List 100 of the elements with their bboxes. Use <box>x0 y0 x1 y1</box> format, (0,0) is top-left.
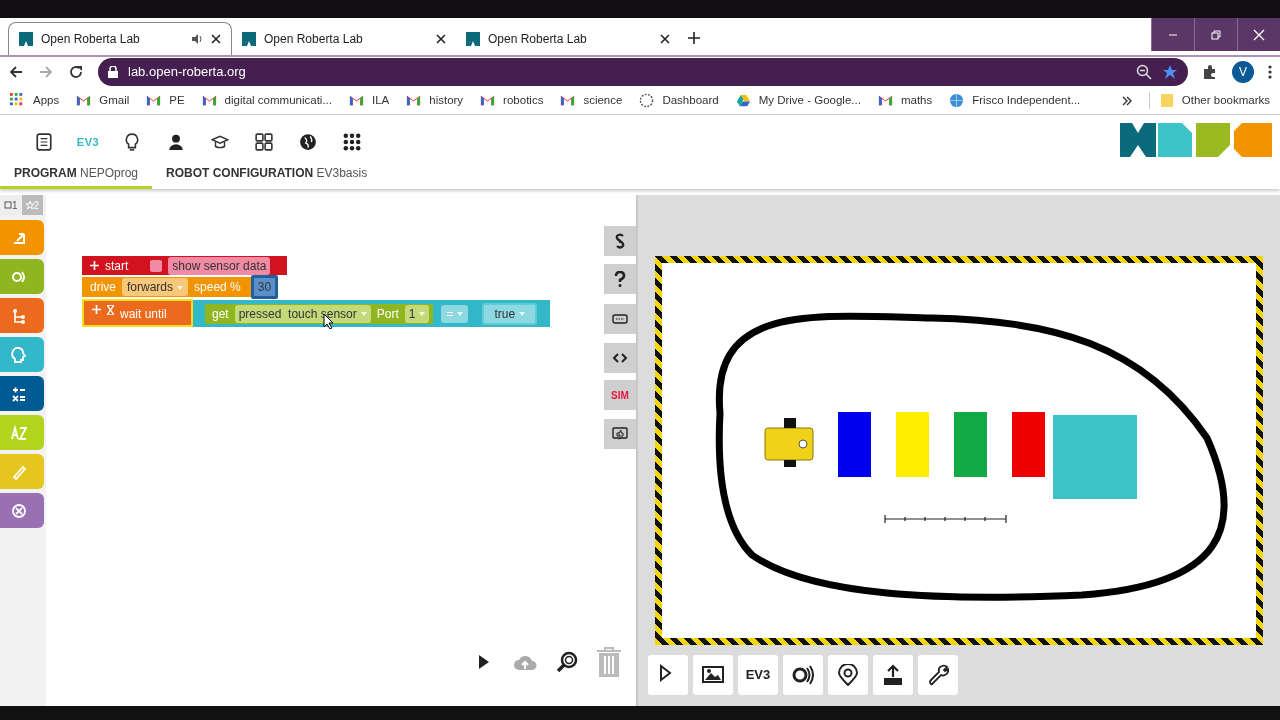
dropdown-icon <box>177 285 184 290</box>
location-pin-button[interactable] <box>828 655 868 695</box>
bookmark-link[interactable]: Apps <box>10 91 60 110</box>
sound-button[interactable] <box>783 655 823 695</box>
mail-icon <box>406 93 422 108</box>
dropdown-field[interactable]: forwards <box>122 278 189 296</box>
browser-tab[interactable]: Open Roberta Lab <box>232 22 456 55</box>
plus-icon[interactable] <box>90 261 99 270</box>
grid-icon[interactable] <box>255 133 273 151</box>
paragraph-tab[interactable] <box>604 226 636 256</box>
dropdown-field[interactable]: true <box>482 302 538 325</box>
close-button[interactable] <box>1237 18 1280 51</box>
zoom-icon <box>556 651 578 673</box>
wrench-button[interactable] <box>918 655 958 695</box>
browser-tab[interactable]: Open Roberta Lab <box>456 22 680 55</box>
block-label: start <box>105 257 129 275</box>
dropdown-icon <box>360 312 367 317</box>
bookmark-link[interactable]: robotics <box>480 91 544 110</box>
dropdown-field[interactable]: 1 <box>404 304 430 323</box>
reload-icon[interactable] <box>68 64 84 80</box>
head-icon <box>11 346 27 363</box>
workspace-counter: 1 <box>0 195 22 215</box>
folder-icon <box>1159 93 1174 108</box>
person-icon[interactable] <box>167 133 185 151</box>
bookmark-link[interactable]: history <box>406 91 464 110</box>
bookmark-link[interactable]: ILA <box>348 91 390 110</box>
program-tab[interactable]: PROGRAM NEPOprog <box>0 159 153 189</box>
url-text: lab.open-roberta.org <box>128 63 247 82</box>
feedback-tab[interactable] <box>604 419 636 449</box>
bookmark-link[interactable]: Other bookmarks <box>1148 91 1270 110</box>
bookmark-link[interactable]: science <box>560 91 623 110</box>
code-tab[interactable] <box>604 343 636 373</box>
zoom-out-icon[interactable] <box>1136 64 1152 80</box>
bookmark-link[interactable]: Gmail <box>76 91 130 110</box>
close-icon[interactable] <box>436 33 446 44</box>
restore-button[interactable] <box>1194 18 1237 51</box>
drive-block[interactable]: drive forwards speed % 30 <box>82 277 279 297</box>
category-tab[interactable] <box>0 376 44 411</box>
upload-icon <box>882 664 904 686</box>
cloud-upload-icon <box>513 654 537 670</box>
block-label: drive <box>90 279 116 296</box>
program-tab[interactable]: ROBOT CONFIGURATION EV3basis <box>152 159 382 189</box>
keyboard-tab[interactable] <box>604 304 636 334</box>
globe-icon <box>949 93 965 108</box>
apps-grid-icon[interactable] <box>343 133 361 151</box>
trash-icon <box>595 646 623 678</box>
question-tab[interactable] <box>604 264 636 294</box>
tab-logo-icon <box>19 32 33 46</box>
bookmark-link[interactable]: Dashboard <box>639 91 719 110</box>
back-icon[interactable] <box>8 64 24 80</box>
keyboard-icon <box>612 311 628 327</box>
lightbulb-icon[interactable] <box>123 133 141 151</box>
bookmark-link[interactable]: maths <box>877 91 933 110</box>
robot-button[interactable]: EV3 <box>738 655 778 695</box>
workspace-counter: 2 <box>21 195 44 215</box>
image-button[interactable] <box>693 655 733 695</box>
tab-title: Open Roberta Lab <box>41 31 141 48</box>
graduation-cap-icon[interactable] <box>211 133 229 151</box>
mail-icon <box>480 93 496 108</box>
category-tab[interactable] <box>0 493 44 528</box>
more-icon[interactable] <box>1268 65 1272 79</box>
plus-icon[interactable] <box>92 305 101 314</box>
play-button[interactable] <box>648 655 688 695</box>
checkbox[interactable] <box>150 259 163 272</box>
block-label: wait until <box>120 306 167 323</box>
run-button[interactable] <box>478 654 490 670</box>
mail-icon <box>560 93 576 108</box>
mail-icon <box>877 93 893 108</box>
close-icon[interactable] <box>660 33 670 44</box>
zoom-button[interactable] <box>556 651 578 673</box>
bookmark-link[interactable]: PE <box>146 91 185 110</box>
close-icon[interactable] <box>211 34 221 44</box>
block-label: speed % <box>194 279 241 296</box>
dropdown-icon <box>419 312 426 317</box>
wrench-icon <box>927 664 949 686</box>
upload-button[interactable] <box>873 655 913 695</box>
robot-drawing[interactable] <box>764 418 814 467</box>
question-icon <box>612 271 628 287</box>
document-icon[interactable] <box>35 133 53 151</box>
text-icon <box>11 424 27 441</box>
new-tab-icon[interactable] <box>688 32 700 44</box>
block-label: get <box>212 305 229 323</box>
address-bar[interactable]: lab.open-roberta.org <box>98 58 1188 86</box>
number-field[interactable]: 30 <box>250 275 279 299</box>
globe-icon[interactable] <box>299 133 317 151</box>
bookmark-link[interactable]: digital communicati... <box>201 91 332 110</box>
mail-icon <box>348 93 364 108</box>
avatar[interactable]: V <box>1232 61 1254 83</box>
dropdown-icon <box>457 312 464 317</box>
block-icon <box>4 201 12 209</box>
lock-icon <box>108 66 118 78</box>
chevrons-icon[interactable] <box>1121 95 1132 106</box>
close-icon <box>1253 28 1265 41</box>
star-icon[interactable] <box>1162 64 1178 80</box>
bookmark-link[interactable]: My Drive - Google... <box>735 91 861 110</box>
puzzle-icon[interactable] <box>1202 64 1218 80</box>
bookmark-link[interactable]: Frisco Independent... <box>949 91 1081 110</box>
start-block[interactable]: start show sensor data <box>82 256 287 275</box>
field-text: show sensor data <box>168 256 271 275</box>
hourglass-icon <box>107 305 114 315</box>
